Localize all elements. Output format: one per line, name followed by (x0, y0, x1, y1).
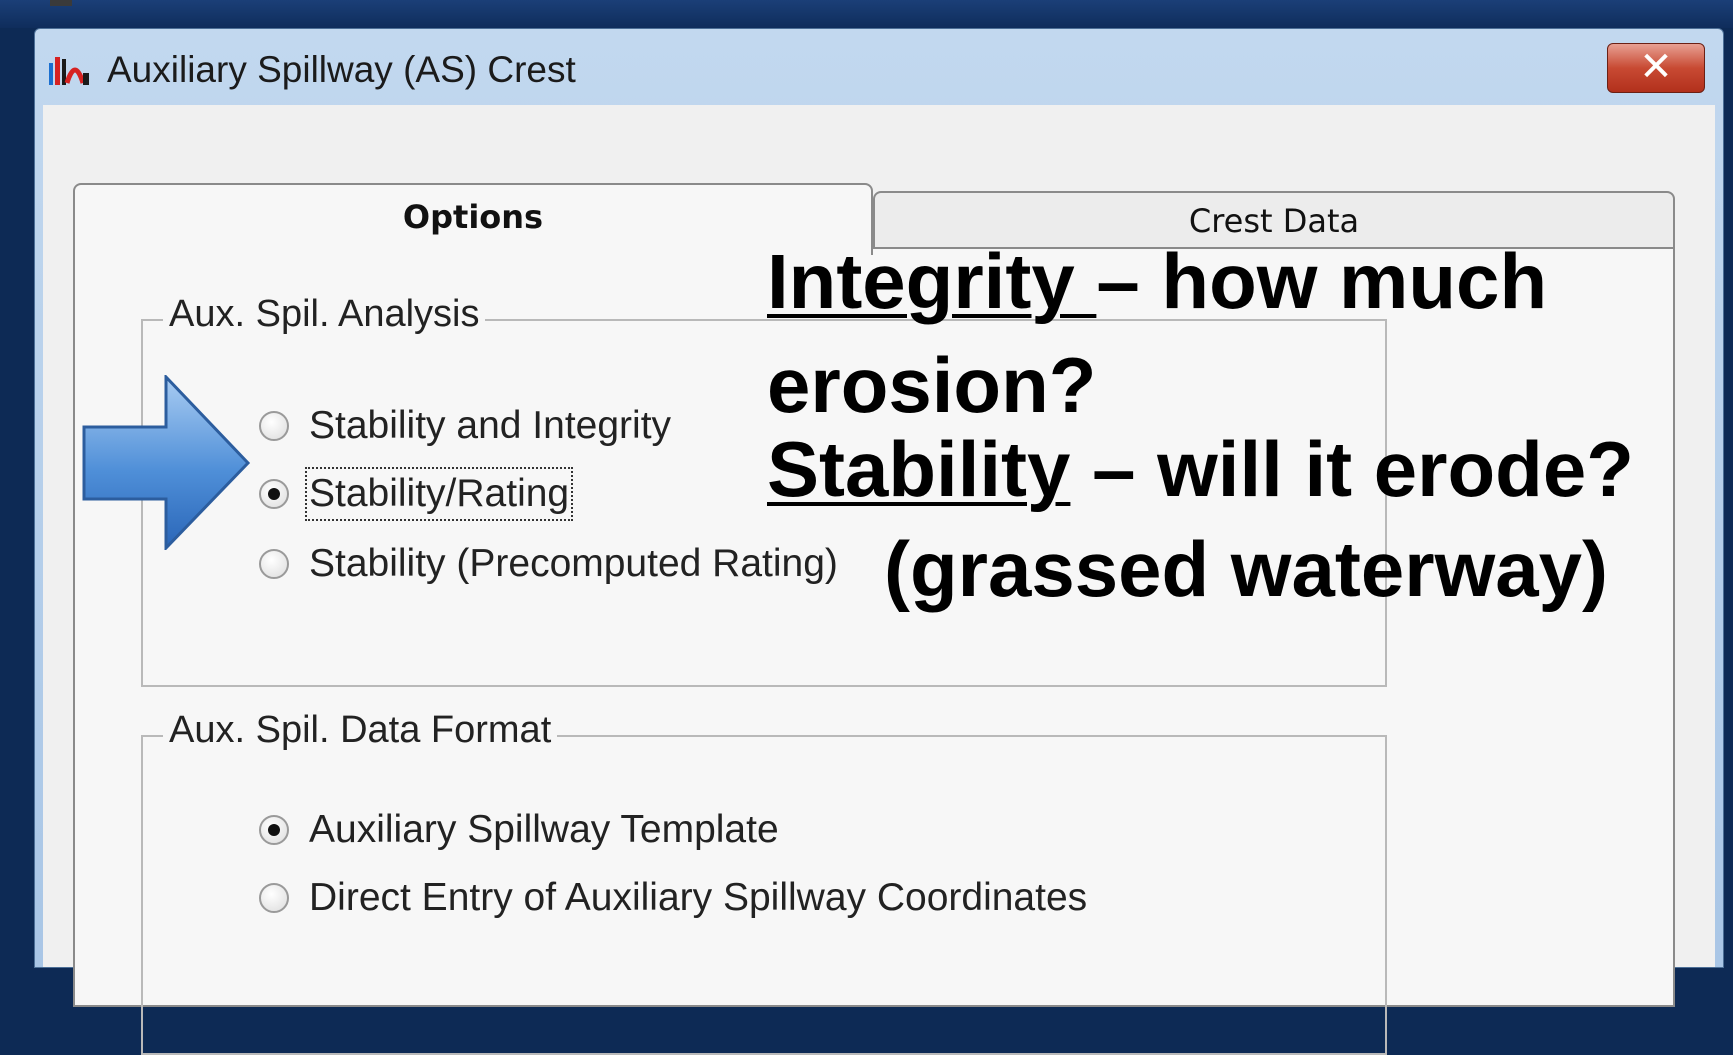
stability-annotation: Stability – will it erode? (767, 430, 1634, 508)
data-format-group-legend: Aux. Spil. Data Format (163, 709, 558, 752)
close-button[interactable]: ✕ (1607, 43, 1705, 93)
radio-circle-selected[interactable] (259, 815, 289, 845)
close-icon: ✕ (1639, 44, 1673, 90)
radio-circle[interactable] (259, 411, 289, 441)
radio-label: Stability (Precomputed Rating) (309, 542, 838, 585)
radio-label: Auxiliary Spillway Template (309, 808, 779, 851)
window-title: Auxiliary Spillway (AS) Crest (107, 49, 576, 90)
integrity-definition: – how much (1096, 237, 1548, 325)
background-window-strip (0, 0, 1733, 28)
integrity-annotation-line2: erosion? (767, 341, 1097, 429)
analysis-group-legend: Aux. Spil. Analysis (163, 293, 486, 336)
radio-circle[interactable] (259, 883, 289, 913)
blue-right-arrow-icon (82, 375, 251, 550)
radio-circle-selected[interactable] (259, 479, 289, 509)
data-format-groupbox: Aux. Spil. Data Format Auxiliary Spillwa… (141, 709, 1387, 1055)
stability-term: Stability (767, 425, 1071, 513)
title-bar[interactable]: Auxiliary Spillway (AS) Crest ✕ (35, 29, 1723, 103)
radio-label: Stability/Rating (304, 467, 574, 521)
stability-definition: – will it erode? (1070, 425, 1634, 513)
radio-label: Stability and Integrity (309, 404, 672, 447)
background-window-edge (50, 0, 72, 6)
radio-circle[interactable] (259, 549, 289, 579)
radio-label: Direct Entry of Auxiliary Spillway Coord… (309, 876, 1088, 919)
tab-options[interactable]: Options (73, 183, 873, 255)
integrity-annotation: Integrity – how much (767, 242, 1547, 320)
stability-annotation-line2: (grassed waterway) (884, 525, 1608, 613)
spillway-app-icon (49, 57, 89, 85)
